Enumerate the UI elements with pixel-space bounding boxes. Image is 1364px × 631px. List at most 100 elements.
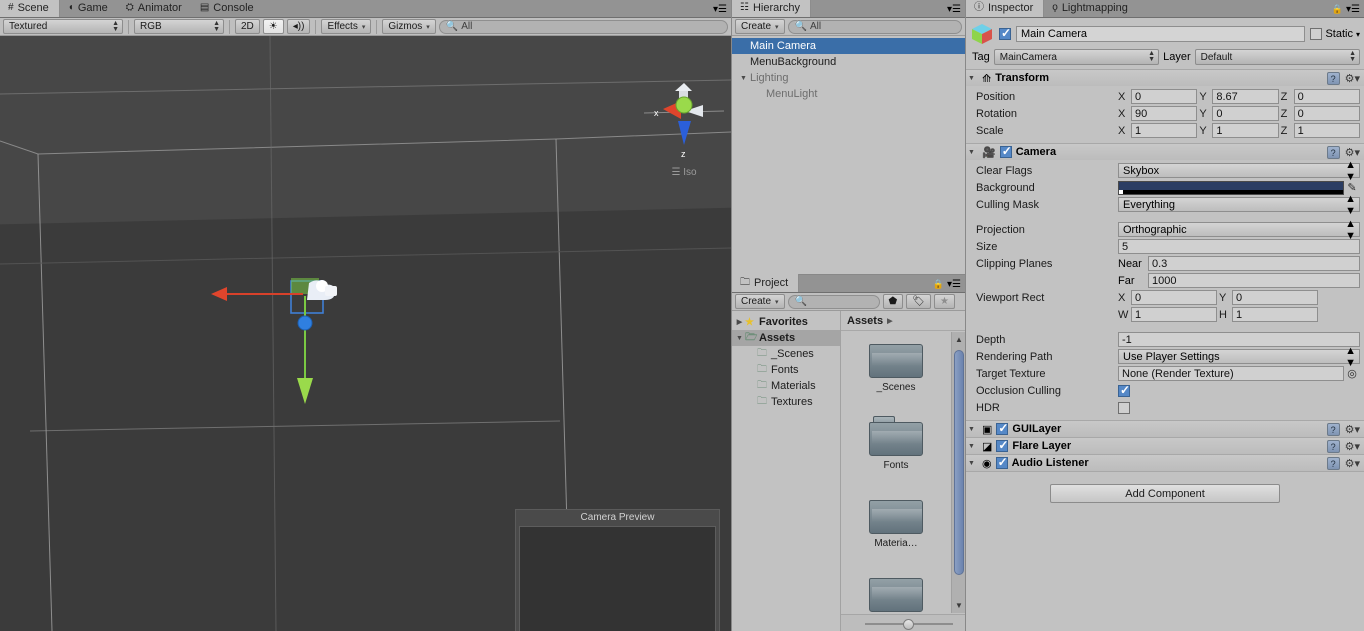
scene-orientation-gizmo[interactable]: x z ☰ Iso xyxy=(639,83,729,168)
field-z[interactable]: 0 xyxy=(1294,89,1360,104)
tab-scene[interactable]: #Scene xyxy=(0,0,60,17)
tab-lightmapping[interactable]: ϙLightmapping xyxy=(1044,0,1138,17)
property-checkbox[interactable] xyxy=(1118,385,1130,397)
gear-icon[interactable]: ⚙▾ xyxy=(1345,440,1360,453)
toggle-2d-button[interactable]: 2D xyxy=(235,19,260,34)
project-tree-item-fonts[interactable]: 🗀Fonts xyxy=(732,362,840,378)
color-field[interactable] xyxy=(1118,181,1344,195)
scene-projection-label[interactable]: ☰ Iso xyxy=(639,167,729,178)
field-w[interactable]: 1 xyxy=(1131,307,1217,322)
tab-hierarchy[interactable]: ☷ Hierarchy xyxy=(732,0,811,17)
gear-icon[interactable]: ⚙▾ xyxy=(1345,423,1360,436)
scene-menu-icon[interactable]: ▾☰ xyxy=(713,4,727,15)
asset-item[interactable]: Materia… xyxy=(841,488,951,566)
field-x[interactable]: 90 xyxy=(1131,106,1197,121)
field-x[interactable]: 0 xyxy=(1131,89,1197,104)
tab-inspector[interactable]: ⓘInspector xyxy=(966,0,1044,17)
slider-knob[interactable] xyxy=(903,619,914,630)
chevron-down-icon[interactable]: ▾ xyxy=(1356,30,1360,39)
gameobject-enabled-checkbox[interactable] xyxy=(999,28,1011,40)
scene-lighting-toggle[interactable]: ☀ xyxy=(263,19,284,34)
property-dropdown[interactable]: Everything▲▼ xyxy=(1118,197,1360,212)
scrollbar-thumb[interactable] xyxy=(954,350,964,575)
chevron-down-icon[interactable]: ▼ xyxy=(968,426,978,433)
asset-item[interactable] xyxy=(841,566,951,613)
property-dropdown[interactable]: Use Player Settings▲▼ xyxy=(1118,349,1360,364)
field-y[interactable]: 0 xyxy=(1212,106,1278,121)
component-enabled-checkbox[interactable] xyxy=(996,423,1008,435)
component-enabled-checkbox[interactable] xyxy=(996,440,1008,452)
favorite-filter-button[interactable]: ★ xyxy=(934,294,955,309)
project-menu-icon[interactable]: ▾☰ xyxy=(947,279,961,290)
project-tree-item-assets[interactable]: ▼🗁Assets xyxy=(732,330,840,346)
object-picker-icon[interactable]: ◎ xyxy=(1344,367,1360,380)
asset-item[interactable]: _Scenes xyxy=(841,332,951,410)
component-header[interactable]: ▼◪Flare Layer?⚙▾ xyxy=(966,438,1364,454)
field-y[interactable]: 8.67 xyxy=(1212,89,1278,104)
project-tree-item-materials[interactable]: 🗀Materials xyxy=(732,378,840,394)
breadcrumb[interactable]: Assets ▶ xyxy=(841,311,965,331)
filter-by-type-button[interactable]: ⬟ xyxy=(883,294,904,309)
render-mode-dropdown[interactable]: RGB ▲▼ xyxy=(134,19,224,34)
chevron-down-icon[interactable]: ▼ xyxy=(968,75,978,82)
hierarchy-tree[interactable]: Main CameraMenuBackground▼LightingMenuLi… xyxy=(732,36,965,274)
scroll-up-icon[interactable]: ▲ xyxy=(952,332,966,347)
tab-animator[interactable]: ⛭Animator xyxy=(118,0,192,17)
help-icon[interactable]: ? xyxy=(1327,72,1340,85)
field-y[interactable]: 1 xyxy=(1212,123,1278,138)
chevron-down-icon[interactable]: ▼ xyxy=(734,335,745,342)
effects-dropdown-button[interactable]: Effects ▾ xyxy=(321,19,371,34)
hierarchy-item-menubackground[interactable]: MenuBackground xyxy=(732,54,965,70)
field-near[interactable]: 0.3 xyxy=(1148,256,1360,271)
tab-game[interactable]: ◖Game xyxy=(60,0,118,17)
field-z[interactable]: 1 xyxy=(1294,123,1360,138)
component-header[interactable]: ▼⟰Transform?⚙▾ xyxy=(966,70,1364,86)
help-icon[interactable]: ? xyxy=(1327,423,1340,436)
project-lock-icon[interactable]: 🔒 xyxy=(933,279,944,290)
field-y[interactable]: 0 xyxy=(1232,290,1318,305)
gameobject-name-input[interactable]: Main Camera xyxy=(1016,26,1305,42)
property-dropdown[interactable]: Skybox▲▼ xyxy=(1118,163,1360,178)
object-field[interactable]: None (Render Texture) xyxy=(1118,366,1344,381)
property-dropdown[interactable]: Orthographic▲▼ xyxy=(1118,222,1360,237)
scene-viewport[interactable]: x z ☰ Iso Camera Preview xyxy=(0,36,731,631)
tag-dropdown[interactable]: MainCamera ▲▼ xyxy=(994,49,1159,65)
chevron-down-icon[interactable]: ▼ xyxy=(968,149,978,156)
project-scrollbar[interactable]: ▲ ▼ xyxy=(951,332,965,613)
hierarchy-search-input[interactable]: 🔍 All xyxy=(788,20,962,34)
project-folder-tree[interactable]: ▶★Favorites▼🗁Assets🗀_Scenes🗀Fonts🗀Materi… xyxy=(732,311,841,631)
field-z[interactable]: 0 xyxy=(1294,106,1360,121)
component-enabled-checkbox[interactable] xyxy=(1000,146,1012,158)
scene-audio-toggle[interactable]: ◂)) xyxy=(287,19,311,34)
gizmos-dropdown-button[interactable]: Gizmos ▾ xyxy=(382,19,435,34)
component-header[interactable]: ▼🎥Camera?⚙▾ xyxy=(966,144,1364,160)
hierarchy-menu-icon[interactable]: ▾☰ xyxy=(947,4,961,15)
scene-search-input[interactable]: 🔍 All xyxy=(439,20,728,34)
field-far[interactable]: 1000 xyxy=(1148,273,1360,288)
property-input[interactable]: 5 xyxy=(1118,239,1360,254)
hierarchy-item-main-camera[interactable]: Main Camera xyxy=(732,38,965,54)
gear-icon[interactable]: ⚙▾ xyxy=(1345,146,1360,159)
hierarchy-create-button[interactable]: Create ▾ xyxy=(735,19,785,34)
static-toggle-group[interactable]: Static ▾ xyxy=(1310,28,1360,40)
field-x[interactable]: 0 xyxy=(1131,290,1217,305)
component-header[interactable]: ▼◉Audio Listener?⚙▾ xyxy=(966,455,1364,471)
gear-icon[interactable]: ⚙▾ xyxy=(1345,457,1360,470)
lock-icon[interactable]: 🔒 xyxy=(1332,4,1343,15)
project-tree-item-favorites[interactable]: ▶★Favorites xyxy=(732,314,840,330)
tab-project[interactable]: 🗀 Project xyxy=(732,274,799,292)
draw-mode-dropdown[interactable]: Textured ▲▼ xyxy=(3,19,123,34)
chevron-down-icon[interactable]: ▼ xyxy=(740,75,750,82)
add-component-button[interactable]: Add Component xyxy=(1050,484,1280,503)
gear-icon[interactable]: ⚙▾ xyxy=(1345,72,1360,85)
field-x[interactable]: 1 xyxy=(1131,123,1197,138)
component-header[interactable]: ▼▣GUILayer?⚙▾ xyxy=(966,421,1364,437)
component-enabled-checkbox[interactable] xyxy=(996,457,1008,469)
hamburger-icon[interactable]: ▾☰ xyxy=(1346,4,1360,15)
icon-size-slider[interactable] xyxy=(841,614,965,631)
help-icon[interactable]: ? xyxy=(1327,146,1340,159)
hierarchy-item-menulight[interactable]: MenuLight xyxy=(732,86,965,102)
camera-move-gizmo[interactable] xyxy=(205,226,405,406)
property-checkbox[interactable] xyxy=(1118,402,1130,414)
hierarchy-item-lighting[interactable]: ▼Lighting xyxy=(732,70,965,86)
